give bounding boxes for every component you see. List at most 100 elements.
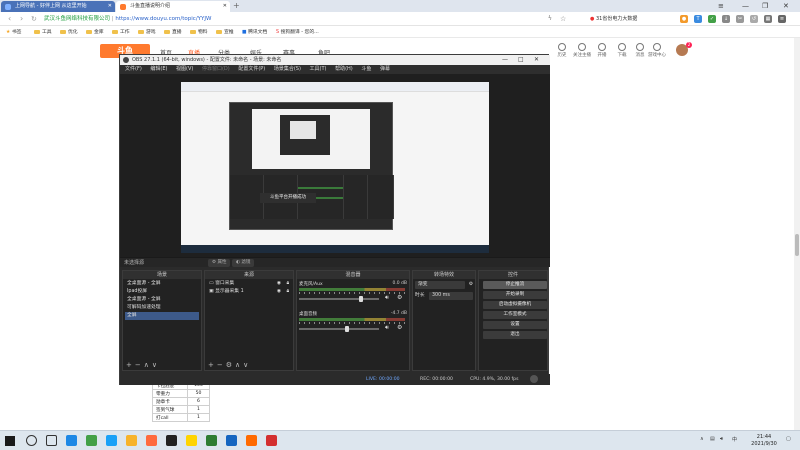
studio-mode-button[interactable]: 工作室模式 bbox=[483, 311, 547, 319]
remove-icon[interactable]: − bbox=[217, 361, 226, 369]
down-icon[interactable]: ∨ bbox=[152, 361, 160, 369]
exit-button[interactable]: 退出 bbox=[483, 331, 547, 339]
app-icon[interactable] bbox=[186, 435, 197, 446]
remove-icon[interactable]: − bbox=[135, 361, 144, 369]
excel-icon[interactable] bbox=[206, 435, 217, 446]
menu-docks[interactable]: 停靠窗口(D) bbox=[202, 66, 230, 72]
bookmark-translate[interactable]: S 搜狗翻译 - 您的... bbox=[276, 27, 319, 38]
tab-navigation[interactable]: 上网导航 - 好伴上网 从这里开始 ✕ bbox=[1, 1, 115, 12]
bookmark-folder[interactable]: 游戏 bbox=[138, 27, 156, 38]
eye-icon[interactable]: ◉ bbox=[277, 280, 281, 288]
wechat-icon[interactable] bbox=[86, 435, 97, 446]
bookmark-folder[interactable]: 宣推 bbox=[216, 27, 234, 38]
lock-icon[interactable]: 🔒︎ bbox=[286, 288, 289, 296]
maximize-icon[interactable]: ❐ bbox=[762, 0, 768, 12]
translate-icon[interactable]: T bbox=[694, 15, 702, 23]
volume-icon[interactable]: 🔊︎ bbox=[720, 436, 723, 442]
bookmark-star[interactable]: ★ 书签 bbox=[6, 27, 21, 38]
up-icon[interactable]: ∧ bbox=[235, 361, 243, 369]
app-icon[interactable] bbox=[126, 435, 137, 446]
settings-button[interactable]: 设置 bbox=[483, 321, 547, 329]
bookmark-folder[interactable]: 金库 bbox=[86, 27, 104, 38]
menu-edit[interactable]: 编辑(E) bbox=[150, 66, 167, 72]
start-live-button[interactable]: 开播 bbox=[592, 43, 612, 58]
word-icon[interactable] bbox=[226, 435, 237, 446]
preview-canvas[interactable]: 斗鱼平台开播成功 bbox=[181, 82, 489, 253]
eye-icon[interactable]: ◉ bbox=[277, 288, 281, 296]
up-icon[interactable]: ∧ bbox=[144, 361, 152, 369]
game-center-button[interactable]: 游戏中心 bbox=[644, 43, 670, 58]
bookmark-folder[interactable]: 物料 bbox=[190, 27, 208, 38]
minimize-icon[interactable]: — bbox=[502, 55, 508, 65]
cut-icon[interactable]: ✂ bbox=[736, 15, 744, 23]
list-item[interactable]: Ipad投屏 bbox=[125, 288, 199, 296]
download-icon[interactable]: ↓ bbox=[722, 15, 730, 23]
close-icon[interactable]: ✕ bbox=[534, 55, 539, 65]
gear-icon[interactable]: ⚙ bbox=[397, 324, 402, 331]
transition-select[interactable]: 渐变 bbox=[415, 281, 465, 289]
start-virtual-camera-button[interactable]: 启动虚拟摄像机 bbox=[483, 301, 547, 309]
list-item[interactable]: 全桌面源 - 全屏 bbox=[125, 280, 199, 288]
speaker-icon[interactable]: 🔊︎ bbox=[385, 294, 389, 302]
bookmark-folder[interactable]: 工具 bbox=[34, 27, 52, 38]
bookmark-folder[interactable]: 直播 bbox=[164, 27, 182, 38]
menu-douyu[interactable]: 斗鱼 bbox=[361, 66, 371, 72]
im-icon[interactable] bbox=[106, 435, 117, 446]
clock[interactable]: 21:44 2021/9/30 bbox=[746, 434, 782, 447]
back-icon[interactable]: ‹ bbox=[8, 12, 11, 26]
adblock-icon[interactable]: ✓ bbox=[708, 15, 716, 23]
menu-icon[interactable]: ≡ bbox=[718, 0, 724, 12]
extension-icon[interactable]: ● bbox=[680, 15, 688, 23]
hot-search[interactable]: ● 31省份电力大数据 bbox=[590, 14, 637, 24]
more-icon[interactable]: ≡ bbox=[778, 15, 786, 23]
star-icon[interactable]: ☆ bbox=[560, 12, 566, 26]
lightning-icon[interactable]: ϟ bbox=[548, 12, 552, 26]
windows-start-icon[interactable] bbox=[5, 436, 15, 446]
refresh-icon[interactable]: ↻ bbox=[31, 12, 37, 26]
obs-icon[interactable] bbox=[166, 435, 177, 446]
lock-icon[interactable]: 🔒︎ bbox=[286, 280, 289, 288]
notification-icon[interactable]: ▢ bbox=[786, 436, 791, 442]
gear-icon[interactable]: ⚙ bbox=[467, 281, 475, 289]
maximize-icon[interactable]: □ bbox=[518, 55, 524, 65]
start-recording-button[interactable]: 开始录制 bbox=[483, 291, 547, 299]
list-item[interactable]: 全屏 bbox=[125, 312, 199, 320]
history-button[interactable]: 历史 bbox=[552, 43, 572, 58]
list-item[interactable]: 可解码加速处理 bbox=[125, 304, 199, 312]
grid-icon[interactable]: ▦ bbox=[764, 15, 772, 23]
properties-button[interactable]: ⚙ 属性 bbox=[208, 259, 231, 267]
filters-button[interactable]: ◐ 滤镜 bbox=[232, 259, 255, 267]
stop-streaming-button[interactable]: 停止推流 bbox=[483, 281, 547, 289]
list-item[interactable]: ▭ 窗口采集 ◉ 🔒︎ bbox=[207, 280, 291, 288]
browser-icon[interactable] bbox=[66, 435, 77, 446]
task-view-icon[interactable] bbox=[46, 435, 57, 446]
gear-icon[interactable]: ⚙ bbox=[397, 294, 402, 301]
app-icon[interactable] bbox=[146, 435, 157, 446]
add-icon[interactable]: + bbox=[126, 361, 135, 369]
menu-file[interactable]: 文件(F) bbox=[125, 66, 142, 72]
volume-slider[interactable] bbox=[299, 298, 379, 300]
menu-scene-collection[interactable]: 场景集合(S) bbox=[274, 66, 301, 72]
obs-titlebar[interactable]: OBS 27.1.1 (64-bit, windows) - 配置文件: 未命名… bbox=[120, 55, 550, 65]
tray-up-icon[interactable]: ∧ bbox=[700, 436, 704, 442]
volume-slider[interactable] bbox=[299, 328, 379, 330]
gear-icon[interactable]: ⚙ bbox=[226, 361, 235, 369]
menu-tools[interactable]: 工具(T) bbox=[310, 66, 327, 72]
bookmark-folder[interactable]: 优化 bbox=[60, 27, 78, 38]
tab-douyu[interactable]: 斗鱼直播说明介绍 ✕ bbox=[116, 1, 230, 12]
scrollbar-thumb[interactable] bbox=[795, 234, 799, 256]
app-icon[interactable] bbox=[266, 435, 277, 446]
menu-danmaku[interactable]: 弹幕 bbox=[380, 66, 390, 72]
volume-slider-knob[interactable] bbox=[345, 326, 349, 332]
menu-view[interactable]: 视图(V) bbox=[176, 66, 193, 72]
network-icon[interactable]: ▤ bbox=[710, 436, 715, 442]
duration-input[interactable]: 300 ms bbox=[429, 292, 473, 300]
speaker-icon[interactable]: 🔊︎ bbox=[385, 324, 389, 332]
bookmark-docs[interactable]: ■ 腾讯文档 bbox=[242, 27, 267, 38]
add-icon[interactable]: + bbox=[208, 361, 217, 369]
forward-icon[interactable]: › bbox=[20, 12, 23, 26]
follow-button[interactable]: 关注主播 bbox=[572, 43, 592, 58]
new-tab-icon[interactable]: + bbox=[233, 1, 240, 11]
close-window-icon[interactable]: ✕ bbox=[783, 0, 789, 12]
minimize-icon[interactable]: — bbox=[742, 0, 749, 12]
